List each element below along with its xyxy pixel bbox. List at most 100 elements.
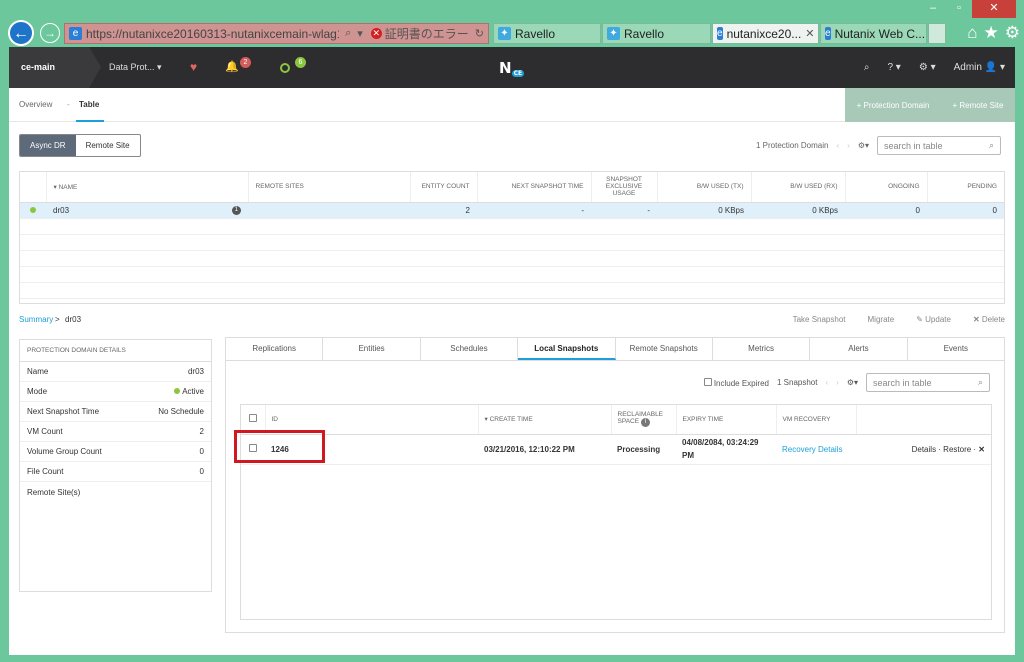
details-title: PROTECTION DOMAIN DETAILS xyxy=(20,340,211,362)
tab-overview[interactable]: Overview xyxy=(19,100,52,109)
search-icon[interactable]: ⌕ xyxy=(345,27,351,40)
restore-link[interactable]: Restore xyxy=(943,445,971,454)
update-button[interactable]: ✎ Update xyxy=(916,315,951,324)
col-create-time[interactable]: ▾ CREATE TIME xyxy=(478,405,612,435)
prev-page-icon[interactable]: ‹ xyxy=(836,141,839,150)
col-ongoing[interactable]: ONGOING xyxy=(845,172,928,203)
select-all-checkbox[interactable] xyxy=(248,414,257,423)
col-remote-sites[interactable]: REMOTE SITES xyxy=(248,172,411,203)
add-remote-site-button[interactable]: + Remote Site xyxy=(952,101,1003,110)
back-button[interactable]: ← xyxy=(8,20,34,46)
tab-label: Ravello xyxy=(515,26,556,41)
next-page-icon[interactable]: › xyxy=(847,141,850,150)
info-icon[interactable]: i xyxy=(640,418,650,428)
prev-page-icon[interactable]: ‹ xyxy=(825,378,828,387)
tab-table[interactable]: Table xyxy=(79,100,99,109)
table-settings-icon[interactable]: ⚙▾ xyxy=(858,141,869,150)
col-snapshot-usage[interactable]: SNAPSHOT EXCLUSIVE USAGE xyxy=(591,172,658,203)
logo-letter: N xyxy=(499,59,512,77)
col-reclaimable-space[interactable]: RECLAIMABLE SPACE i xyxy=(611,405,677,435)
help-icon[interactable]: ? ▾ xyxy=(887,62,900,73)
highlight-box xyxy=(234,430,325,463)
alert-bell-icon[interactable]: 🔔 xyxy=(225,60,239,73)
maximize-button[interactable]: ▫ xyxy=(946,0,972,18)
home-icon[interactable]: ⌂ xyxy=(967,23,977,43)
tab-local-snapshots[interactable]: Local Snapshots xyxy=(518,338,616,360)
checkbox-icon xyxy=(703,377,712,386)
user-menu[interactable]: Admin 👤 ▾ xyxy=(954,62,1005,73)
tab-replications[interactable]: Replications xyxy=(226,338,324,360)
browser-tools: ⌂ ★ ⚙ xyxy=(967,23,1020,43)
new-tab-button[interactable] xyxy=(928,23,946,44)
search-icon[interactable]: ⌕ xyxy=(864,62,870,73)
tab-entities[interactable]: Entities xyxy=(323,338,421,360)
search-icon: ⌕ xyxy=(977,377,983,387)
user-icon: 👤 xyxy=(984,62,998,73)
cert-error-text[interactable]: 証明書のエラー xyxy=(385,25,469,42)
col-entity-count[interactable]: ENTITY COUNT xyxy=(410,172,478,203)
local-snapshots-table: ID ▾ CREATE TIME RECLAIMABLE SPACE i EXP… xyxy=(240,404,992,620)
tab-schedules[interactable]: Schedules xyxy=(421,338,519,360)
favorites-icon[interactable]: ★ xyxy=(984,23,999,43)
tab-label: Ravello xyxy=(624,26,665,41)
details-link[interactable]: Details xyxy=(912,445,936,454)
app-header: ce-main Data Prot... ▾ ♥ 🔔 2 6 N CE ⌕ ? ▾… xyxy=(9,47,1015,88)
col-bw-rx[interactable]: B/W USED (RX) xyxy=(751,172,846,203)
browser-tab-nutanix-active[interactable]: e nutanixce20... ✕ xyxy=(712,23,819,44)
cell-create-time: 03/21/2016, 12:10:22 PM xyxy=(478,434,611,465)
add-protection-domain-button[interactable]: + Protection Domain xyxy=(857,101,930,110)
recovery-details-link[interactable]: Recovery Details xyxy=(782,445,842,454)
pd-table-tools: 1 Protection Domain ‹ › ⚙▾ search in tab… xyxy=(756,136,1001,155)
col-bw-tx[interactable]: B/W USED (TX) xyxy=(657,172,752,203)
empty-row xyxy=(20,266,1004,283)
migrate-button[interactable]: Migrate xyxy=(868,315,895,324)
delete-snapshot-icon[interactable]: ✕ xyxy=(978,445,985,454)
close-window-button[interactable]: ✕ xyxy=(972,0,1016,18)
minimize-button[interactable]: – xyxy=(920,0,946,18)
async-dr-button[interactable]: Async DR xyxy=(20,135,76,156)
browser-tab-ravello-1[interactable]: ✦ Ravello xyxy=(493,23,601,44)
close-tab-icon[interactable]: ✕ xyxy=(801,27,814,40)
tab-label: Nutanix Web C... xyxy=(834,26,926,41)
browser-tab-ravello-2[interactable]: ✦ Ravello xyxy=(602,23,711,44)
pd-search-input[interactable]: search in table ⌕ xyxy=(877,136,1001,155)
col-pending[interactable]: PENDING xyxy=(927,172,1004,203)
detail-row: Next Snapshot Time No Schedule xyxy=(20,402,211,422)
alert-count-badge[interactable]: 2 xyxy=(240,57,251,68)
next-page-icon[interactable]: › xyxy=(836,378,839,387)
dr-type-toggle: Async DR Remote Site xyxy=(19,134,141,157)
breadcrumb-summary[interactable]: Summary xyxy=(19,315,53,324)
empty-row xyxy=(20,250,1004,267)
address-bar[interactable]: e https://nutanixce20160313-nutanixcemai… xyxy=(64,23,489,44)
detail-bar: Summary > dr03 Take Snapshot Migrate ✎ U… xyxy=(19,315,1005,329)
col-next-snapshot[interactable]: NEXT SNAPSHOT TIME xyxy=(477,172,592,203)
remote-site-button[interactable]: Remote Site xyxy=(76,135,140,156)
table-settings-icon[interactable]: ⚙▾ xyxy=(847,378,858,387)
gear-icon[interactable]: ⚙ xyxy=(1005,23,1020,43)
include-expired-checkbox[interactable]: Include Expired xyxy=(703,377,769,388)
tab-events[interactable]: Events xyxy=(908,338,1004,360)
user-name: Admin xyxy=(953,62,982,73)
col-name[interactable]: ▾ NAME xyxy=(46,172,249,203)
col-expiry-time[interactable]: EXPIRY TIME xyxy=(676,405,777,435)
tab-alerts[interactable]: Alerts xyxy=(810,338,908,360)
health-icon[interactable]: ♥ xyxy=(190,60,197,74)
main-menu[interactable]: Data Prot... ▾ xyxy=(109,47,162,88)
forward-button[interactable]: → xyxy=(40,23,60,43)
table-row[interactable]: 1246 03/21/2016, 12:10:22 PM Processing … xyxy=(241,434,991,465)
settings-gear-icon[interactable]: ⚙ ▾ xyxy=(919,62,936,73)
cert-error-icon: ✕ xyxy=(370,28,382,39)
table-row[interactable]: dr03 1 2 - - 0 KBps 0 KBps 0 0 xyxy=(20,202,1004,219)
task-count-badge[interactable]: 6 xyxy=(295,57,306,68)
cluster-name[interactable]: ce-main xyxy=(9,47,89,88)
browser-tab-nutanix-web[interactable]: e Nutanix Web C... xyxy=(820,23,927,44)
tasks-icon[interactable] xyxy=(280,63,290,73)
refresh-icon[interactable]: ↻ xyxy=(475,27,484,40)
tab-metrics[interactable]: Metrics xyxy=(713,338,811,360)
delete-button[interactable]: ✕ Delete xyxy=(973,315,1005,324)
tab-remote-snapshots[interactable]: Remote Snapshots xyxy=(616,338,713,360)
take-snapshot-button[interactable]: Take Snapshot xyxy=(793,315,846,324)
dropdown-icon[interactable]: ▾ xyxy=(357,27,363,40)
col-vm-recovery[interactable]: VM RECOVERY xyxy=(776,405,857,435)
snapshot-search-input[interactable]: search in table ⌕ xyxy=(866,373,990,392)
